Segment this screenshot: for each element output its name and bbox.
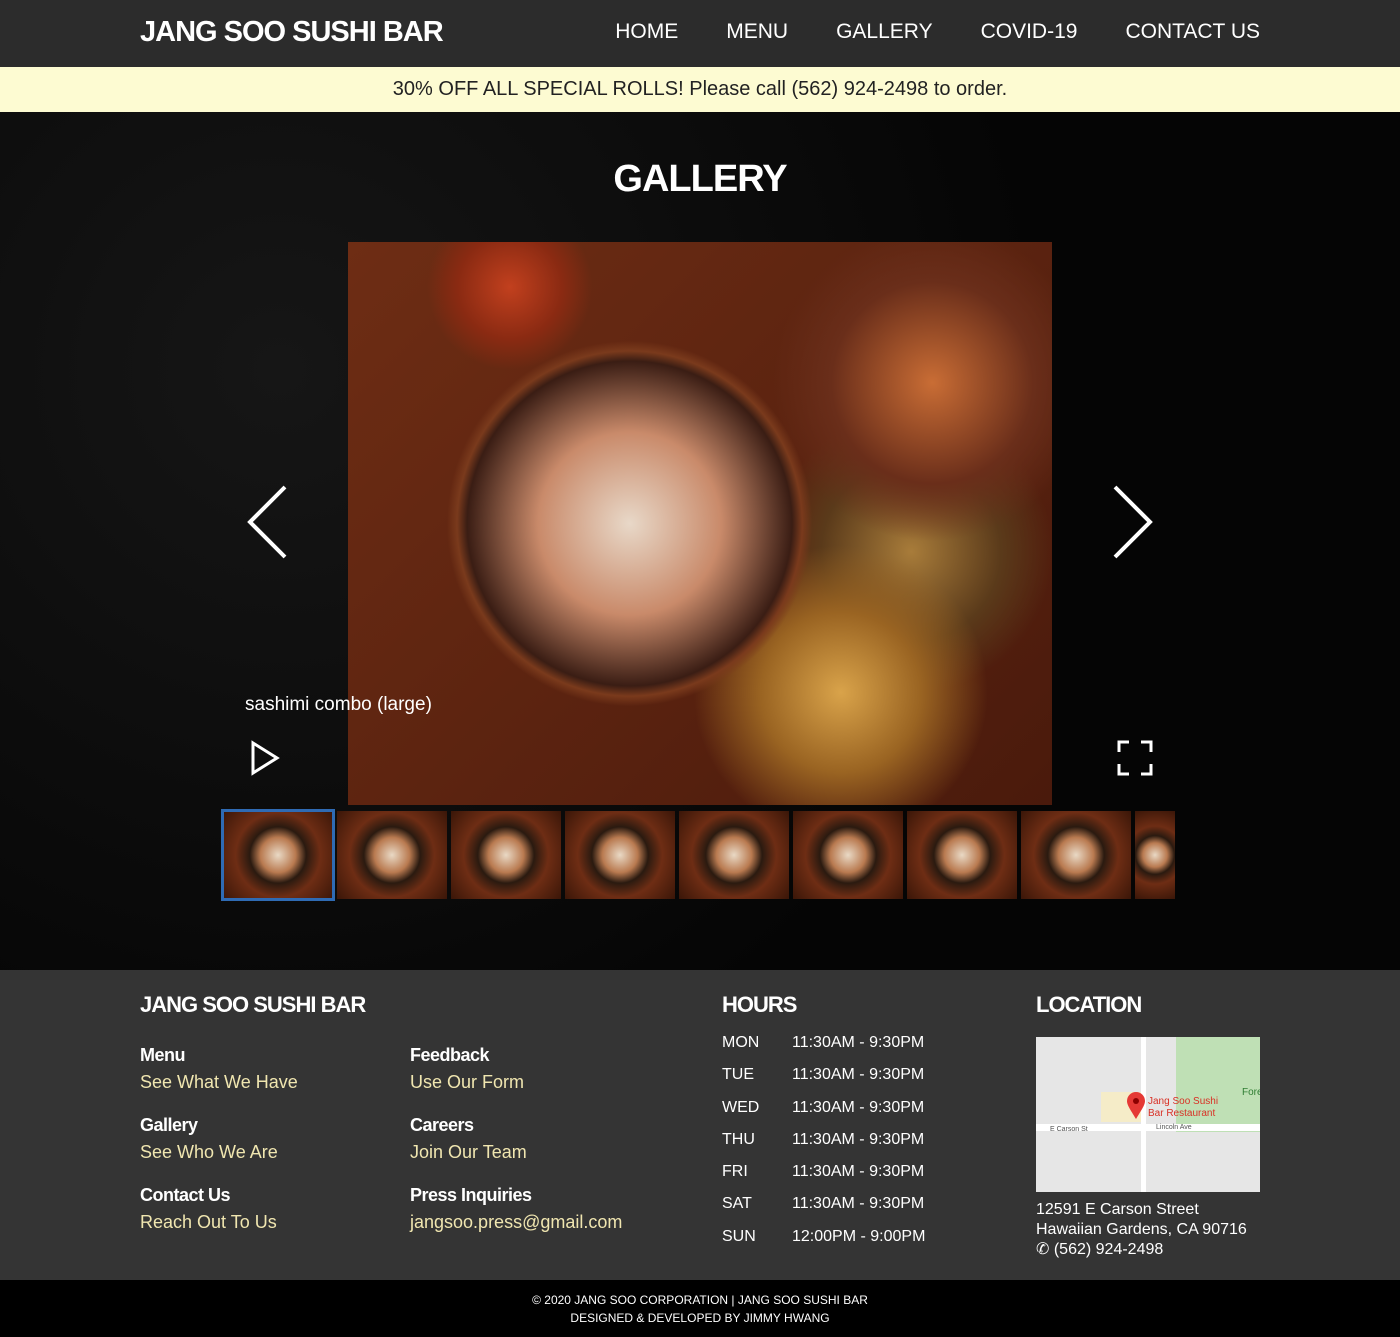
footer-menu-title: Menu bbox=[140, 1045, 185, 1065]
play-icon[interactable] bbox=[250, 740, 280, 776]
hours-table: MON 11:30AM - 9:30PM TUE 11:30AM - 9:30PM … bbox=[722, 1034, 925, 1260]
nav-covid[interactable]: COVID-19 bbox=[981, 20, 1078, 44]
hours-row: FRI 11:30AM - 9:30PM bbox=[722, 1163, 925, 1181]
hours-title: HOURS bbox=[722, 992, 797, 1017]
page-title: GALLERY bbox=[613, 158, 787, 200]
thumbnail[interactable] bbox=[451, 811, 561, 899]
hours-row: WED 11:30AM - 9:30PM bbox=[722, 1098, 925, 1116]
phone-link[interactable]: ✆ (562) 924-2498 bbox=[1036, 1240, 1247, 1260]
site-logo[interactable]: JANG SOO SUSHI BAR bbox=[140, 16, 444, 49]
hours-row: MON 11:30AM - 9:30PM bbox=[722, 1034, 925, 1051]
gallery-main-image bbox=[348, 242, 1052, 805]
fullscreen-icon[interactable] bbox=[1117, 740, 1153, 776]
copyright: © 2020 JANG SOO CORPORATION | JANG SOO S… bbox=[532, 1293, 868, 1307]
footer-menu-link[interactable]: See What We Have bbox=[140, 1072, 298, 1093]
thumbnail[interactable] bbox=[565, 811, 675, 899]
prev-arrow-icon[interactable] bbox=[245, 482, 290, 562]
nav-menu: HOME MENU GALLERY COVID-19 CONTACT US bbox=[615, 20, 1260, 44]
next-arrow-icon[interactable] bbox=[1110, 482, 1155, 562]
footer-careers-title: Careers bbox=[410, 1115, 474, 1135]
nav-contact[interactable]: CONTACT US bbox=[1125, 20, 1260, 44]
footer-links-col-2: Feedback Use Our Form Careers Join Our Tea… bbox=[410, 1045, 622, 1255]
thumbnail[interactable] bbox=[221, 809, 335, 901]
footer-careers-link[interactable]: Join Our Team bbox=[410, 1142, 622, 1163]
footer-press-email[interactable]: jangsoo.press@gmail.com bbox=[410, 1212, 622, 1233]
hours-row: TUE 11:30AM - 9:30PM bbox=[722, 1066, 925, 1084]
hours-row: THU 11:30AM - 9:30PM bbox=[722, 1130, 925, 1148]
hours-row: SUN 12:00PM - 9:00PM bbox=[722, 1227, 926, 1245]
footer-brand: JANG SOO SUSHI BAR bbox=[140, 992, 366, 1017]
location-title: LOCATION bbox=[1036, 992, 1142, 1017]
thumbnail[interactable] bbox=[1135, 811, 1175, 899]
footer-links-col-1: Menu See What We Have Gallery See Who We A… bbox=[140, 1045, 298, 1255]
top-nav: JANG SOO SUSHI BAR HOME MENU GALLERY COV… bbox=[0, 0, 1400, 67]
image-caption: sashimi combo (large) bbox=[245, 694, 432, 715]
footer-contact-title: Contact Us bbox=[140, 1185, 231, 1205]
thumbnail-strip bbox=[221, 809, 1175, 901]
footer-contact-link[interactable]: Reach Out To Us bbox=[140, 1212, 298, 1233]
promo-banner: 30% OFF ALL SPECIAL ROLLS! Please call (… bbox=[0, 67, 1400, 112]
thumbnail[interactable] bbox=[1021, 811, 1131, 899]
thumbnail[interactable] bbox=[679, 811, 789, 899]
footer-feedback-title: Feedback bbox=[410, 1045, 490, 1065]
copyright-bar: © 2020 JANG SOO CORPORATION | JANG SOO S… bbox=[0, 1280, 1400, 1337]
nav-gallery[interactable]: GALLERY bbox=[836, 20, 933, 44]
thumbnail[interactable] bbox=[793, 811, 903, 899]
gallery-section: GALLERY sashimi combo (large) bbox=[0, 112, 1400, 970]
footer-gallery-title: Gallery bbox=[140, 1115, 198, 1135]
nav-menu-link[interactable]: MENU bbox=[726, 20, 788, 44]
footer-press-title: Press Inquiries bbox=[410, 1185, 532, 1205]
thumbnail[interactable] bbox=[337, 811, 447, 899]
thumbnail[interactable] bbox=[907, 811, 1017, 899]
nav-home[interactable]: HOME bbox=[615, 20, 678, 44]
hours-row: SAT 11:30AM - 9:30PM bbox=[722, 1195, 925, 1213]
footer-feedback-link[interactable]: Use Our Form bbox=[410, 1072, 622, 1093]
address: 12591 E Carson Street Hawaiian Gardens, … bbox=[1036, 1201, 1247, 1260]
footer: JANG SOO SUSHI BAR Menu See What We Have … bbox=[0, 970, 1400, 1280]
map-pin-icon bbox=[1127, 1092, 1145, 1119]
credits: DESIGNED & DEVELOPED BY JIMMY HWANG bbox=[570, 1311, 830, 1325]
footer-gallery-link[interactable]: See Who We Are bbox=[140, 1142, 298, 1163]
location-map[interactable]: Jang Soo Sushi Bar Restaurant E Carson St… bbox=[1036, 1037, 1260, 1192]
